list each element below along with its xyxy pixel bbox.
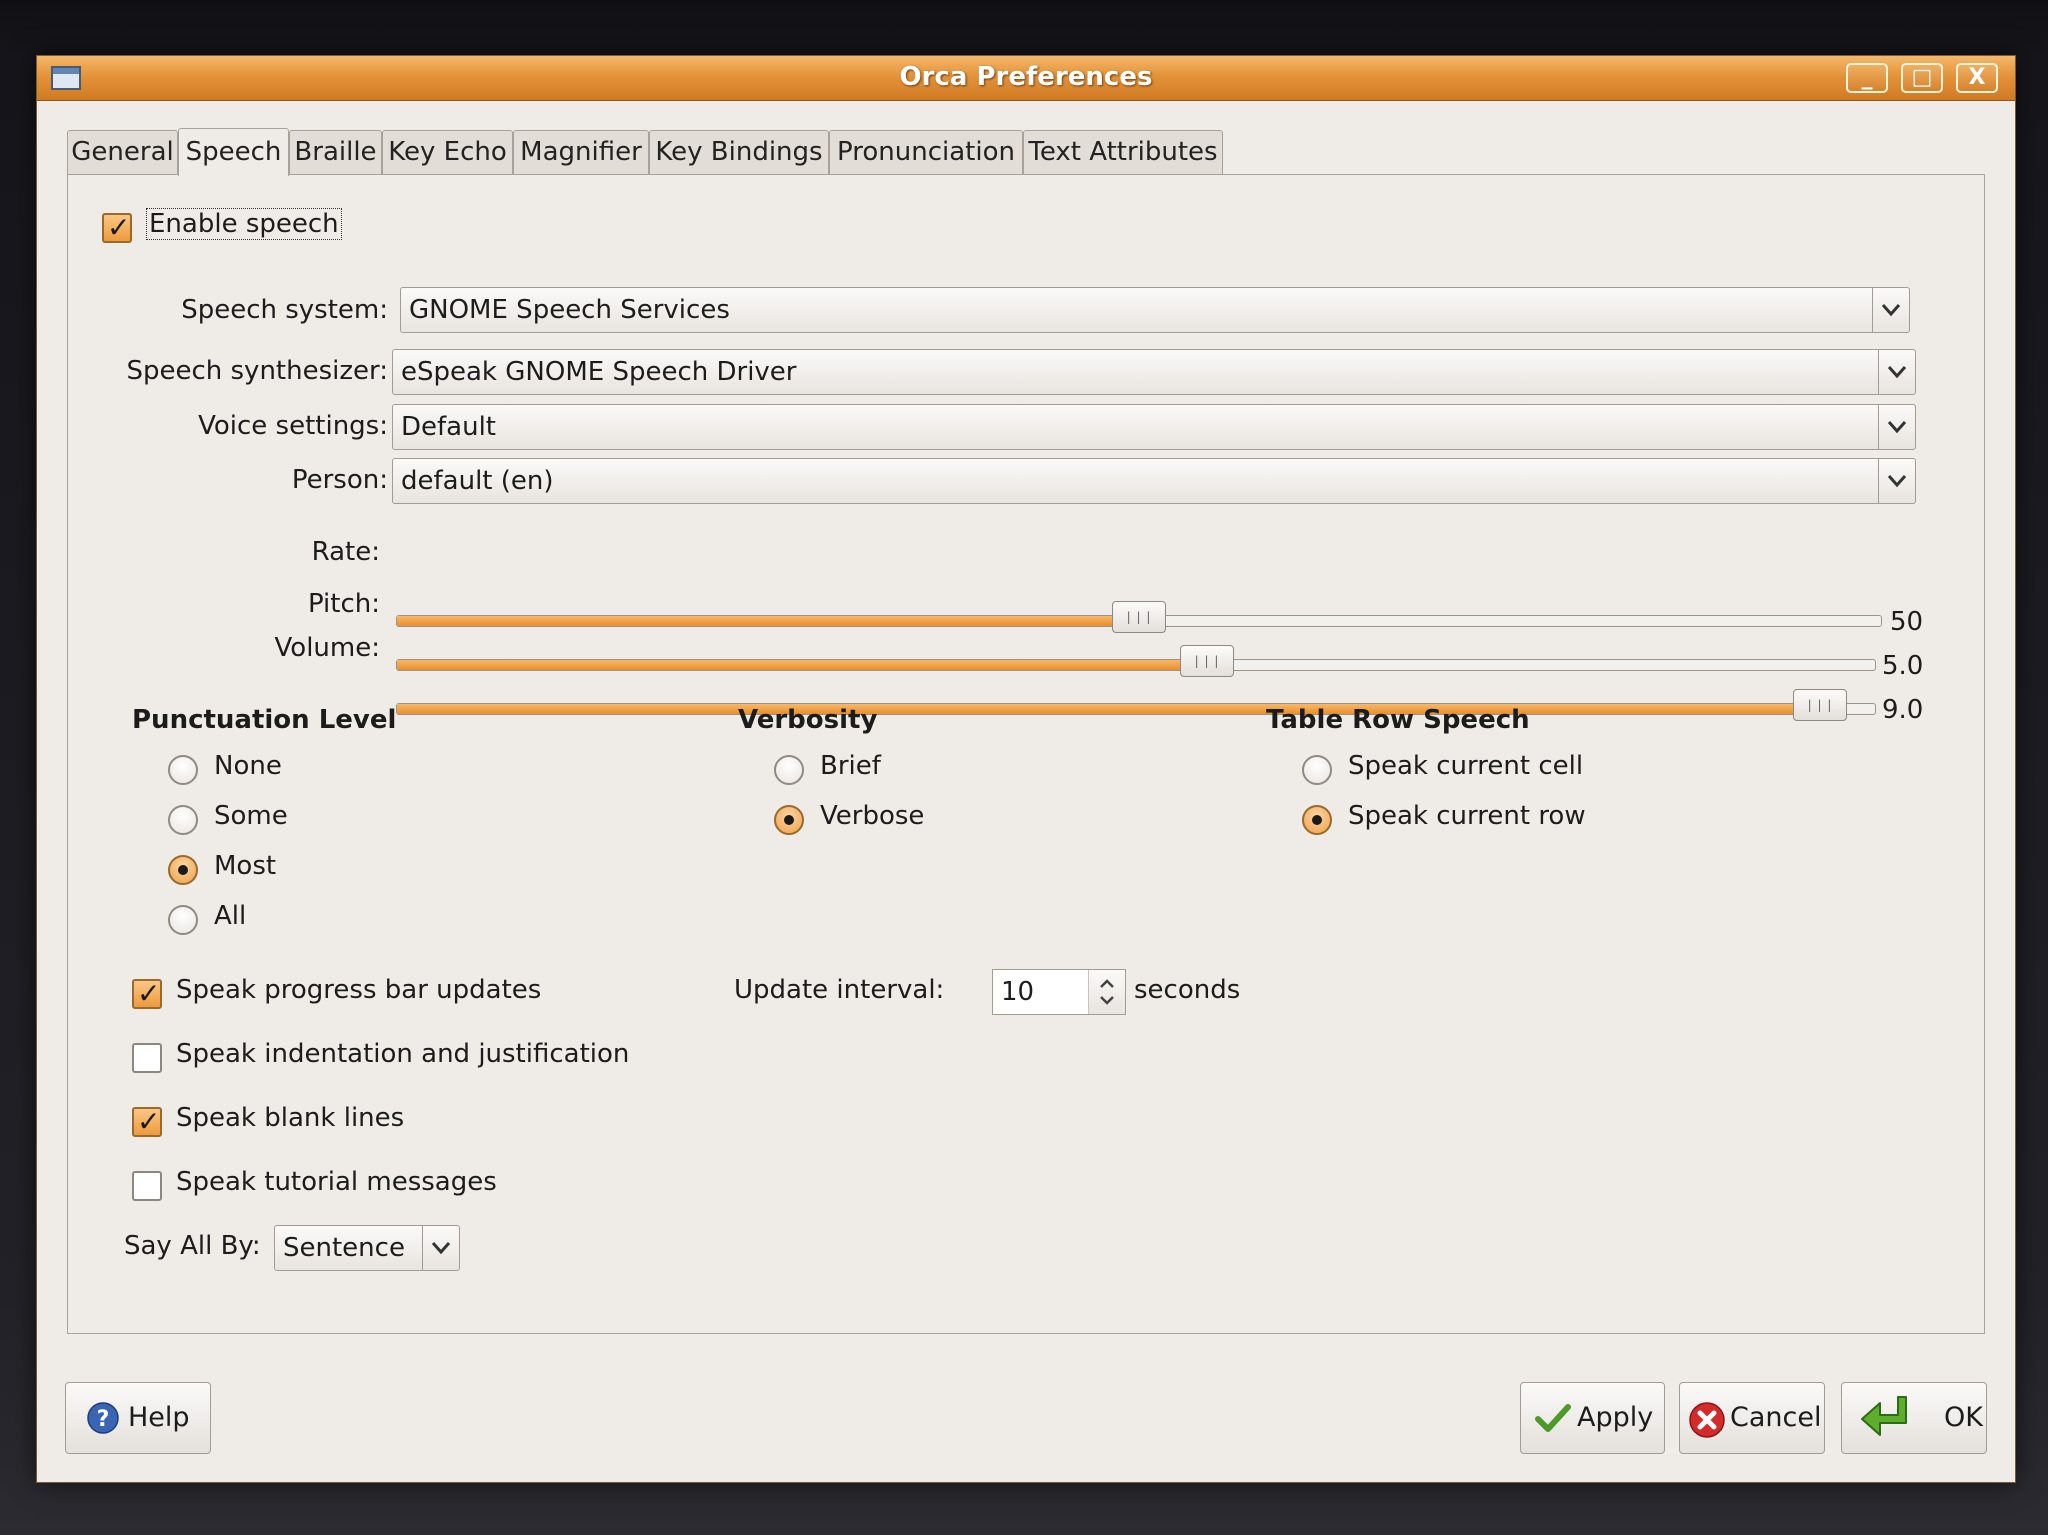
ok-button[interactable]: OK: [1841, 1382, 1987, 1454]
tab-magnifier[interactable]: Magnifier: [513, 130, 649, 174]
ok-label: OK: [1944, 1402, 1983, 1433]
speak-blank-lines-label[interactable]: Speak blank lines: [176, 1103, 404, 1133]
tab-braille[interactable]: Braille: [289, 130, 382, 174]
verbosity-verbose-radio[interactable]: [774, 805, 804, 835]
pitch-slider-handle[interactable]: | | |: [1180, 645, 1234, 677]
help-label: Help: [128, 1402, 190, 1433]
chevron-down-icon: [1872, 288, 1909, 332]
update-interval-label: Update interval:: [734, 975, 945, 1005]
punctuation-most-radio[interactable]: [168, 855, 198, 885]
voice-settings-label: Voice settings:: [198, 411, 388, 441]
update-interval-spinner[interactable]: 10: [992, 969, 1126, 1015]
verbosity-verbose-label[interactable]: Verbose: [820, 801, 924, 831]
voice-settings-value: Default: [401, 412, 496, 442]
chevron-down-icon: [1878, 405, 1915, 449]
preferences-window: Orca Preferences _ □ X General Speech Br…: [36, 55, 2016, 1483]
voice-settings-combo[interactable]: Default: [392, 404, 1916, 450]
tab-speech[interactable]: Speech: [178, 128, 289, 176]
speak-indentation-checkbox[interactable]: [132, 1043, 162, 1073]
volume-slider[interactable]: | | |: [396, 689, 1876, 721]
speech-synthesizer-label: Speech synthesizer:: [126, 356, 388, 386]
punctuation-none-label[interactable]: None: [214, 751, 282, 781]
speak-current-row-label[interactable]: Speak current row: [1348, 801, 1586, 831]
punctuation-most-label[interactable]: Most: [214, 851, 276, 881]
punctuation-all-label[interactable]: All: [214, 901, 246, 931]
help-icon: ?: [87, 1402, 119, 1434]
checkmark-icon: [1535, 1404, 1571, 1432]
cancel-label: Cancel: [1730, 1402, 1822, 1433]
tab-general[interactable]: General: [67, 130, 178, 174]
person-value: default (en): [401, 466, 554, 496]
volume-slider-handle[interactable]: | | |: [1793, 689, 1847, 721]
svg-text:?: ?: [97, 1407, 110, 1432]
speech-panel: Enable speech Speech system: GNOME Speec…: [67, 174, 1985, 1334]
punctuation-some-label[interactable]: Some: [214, 801, 288, 831]
pitch-value: 5.0: [1882, 651, 1924, 681]
tab-text-attributes[interactable]: Text Attributes: [1023, 130, 1223, 174]
tab-key-bindings[interactable]: Key Bindings: [649, 130, 829, 174]
chevron-down-icon: [422, 1226, 459, 1270]
say-all-by-combo[interactable]: Sentence: [274, 1225, 460, 1271]
person-label: Person:: [291, 465, 388, 495]
punctuation-some-radio[interactable]: [168, 805, 198, 835]
tab-key-echo[interactable]: Key Echo: [382, 130, 513, 174]
cancel-icon: [1689, 1402, 1725, 1438]
tab-pronunciation[interactable]: Pronunciation: [829, 130, 1023, 174]
punctuation-all-radio[interactable]: [168, 905, 198, 935]
volume-value: 9.0: [1882, 695, 1924, 725]
rate-value: 50: [1890, 607, 1924, 637]
verbosity-brief-radio[interactable]: [774, 755, 804, 785]
rate-slider[interactable]: | | |: [396, 601, 1882, 633]
rate-label: Rate:: [311, 537, 380, 567]
pitch-label: Pitch:: [307, 589, 380, 619]
speech-synthesizer-combo[interactable]: eSpeak GNOME Speech Driver: [392, 349, 1916, 395]
speak-current-cell-radio[interactable]: [1302, 755, 1332, 785]
apply-label: Apply: [1577, 1402, 1654, 1433]
say-all-by-label: Say All By:: [124, 1231, 261, 1261]
speech-system-label: Speech system:: [181, 295, 388, 325]
apply-button[interactable]: Apply: [1520, 1382, 1665, 1454]
person-combo[interactable]: default (en): [392, 458, 1916, 504]
maximize-button[interactable]: □: [1901, 63, 1943, 93]
pitch-slider-fill: [397, 660, 1207, 670]
speak-blank-lines-checkbox[interactable]: [132, 1105, 162, 1138]
speak-tutorial-checkbox[interactable]: [132, 1171, 162, 1201]
update-interval-unit: seconds: [1134, 975, 1241, 1005]
punctuation-heading: Punctuation Level: [132, 705, 397, 735]
enable-speech-label[interactable]: Enable speech: [146, 208, 342, 240]
verbosity-heading: Verbosity: [738, 705, 878, 735]
speech-system-combo[interactable]: GNOME Speech Services: [400, 287, 1910, 333]
speak-progress-bar-label[interactable]: Speak progress bar updates: [176, 975, 541, 1005]
say-all-by-value: Sentence: [283, 1233, 405, 1263]
pitch-slider[interactable]: | | |: [396, 645, 1876, 677]
rate-slider-fill: [397, 616, 1139, 626]
speech-system-value: GNOME Speech Services: [409, 295, 730, 325]
volume-label: Volume:: [274, 633, 380, 663]
speak-tutorial-label[interactable]: Speak tutorial messages: [176, 1167, 497, 1197]
rate-slider-handle[interactable]: | | |: [1112, 601, 1166, 633]
speak-current-cell-label[interactable]: Speak current cell: [1348, 751, 1583, 781]
minimize-button[interactable]: _: [1846, 63, 1888, 93]
close-button[interactable]: X: [1956, 63, 1998, 93]
speak-indentation-label[interactable]: Speak indentation and justification: [176, 1039, 629, 1069]
window-title: Orca Preferences: [899, 62, 1153, 92]
punctuation-none-radio[interactable]: [168, 755, 198, 785]
help-button[interactable]: ? Help: [65, 1382, 211, 1454]
speak-progress-bar-checkbox[interactable]: [132, 977, 162, 1010]
speech-synthesizer-value: eSpeak GNOME Speech Driver: [401, 357, 797, 387]
chevron-down-icon: [1878, 350, 1915, 394]
verbosity-brief-label[interactable]: Brief: [820, 751, 881, 781]
volume-slider-fill: [397, 704, 1820, 714]
update-interval-value: 10: [1001, 977, 1035, 1007]
enter-arrow-icon: [1861, 1396, 1907, 1436]
speak-current-row-radio[interactable]: [1302, 805, 1332, 835]
cancel-button[interactable]: Cancel: [1679, 1382, 1825, 1454]
title-bar[interactable]: Orca Preferences _ □ X: [37, 56, 2015, 101]
enable-speech-checkbox[interactable]: [102, 211, 132, 244]
spin-arrows-icon[interactable]: [1088, 970, 1125, 1014]
chevron-down-icon: [1878, 459, 1915, 503]
table-row-heading: Table Row Speech: [1266, 705, 1530, 735]
